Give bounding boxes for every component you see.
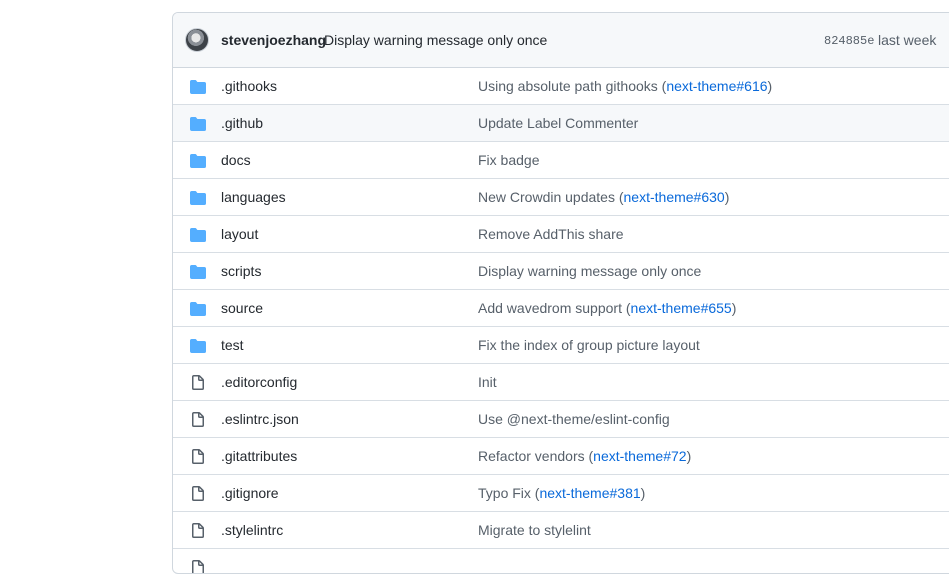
folder-icon [190, 153, 206, 169]
file-row[interactable]: source Add wavedrom support (next-theme#6… [173, 289, 949, 326]
commit-message-link[interactable]: Display warning message only once [324, 32, 547, 48]
issue-link[interactable]: next-theme#381 [539, 485, 640, 501]
commit-message-suffix: ) [724, 189, 730, 205]
file-row[interactable]: .gitignore Typo Fix (next-theme#381) [173, 474, 949, 511]
file-name-link[interactable]: .gitignore [221, 485, 279, 501]
file-name-link[interactable]: test [221, 337, 244, 353]
file-row[interactable]: .gitattributes Refactor vendors (next-the… [173, 437, 949, 474]
folder-icon [190, 338, 206, 354]
commit-message-text[interactable]: Remove AddThis share [478, 226, 624, 242]
folder-icon [190, 190, 206, 206]
file-icon [190, 560, 206, 573]
folder-icon [190, 301, 206, 317]
file-name-link[interactable]: .github [221, 115, 263, 131]
file-name-link[interactable]: languages [221, 189, 286, 205]
folder-icon [190, 264, 206, 280]
file-icon [190, 523, 206, 539]
commit-message-suffix: ) [640, 485, 646, 501]
file-row[interactable]: .githooks Using absolute path githooks (n… [173, 68, 949, 104]
file-rows: .githooks Using absolute path githooks (n… [173, 68, 949, 573]
commit-time[interactable]: last week [878, 32, 936, 48]
commit-message: Add wavedrom support (next-theme#655) [478, 300, 736, 316]
file-row[interactable]: .eslintrc.json Use @next-theme/eslint-con… [173, 400, 949, 437]
issue-link[interactable]: next-theme#655 [631, 300, 732, 316]
commit-message: Update Label Commenter [478, 115, 638, 131]
folder-icon [190, 79, 206, 95]
commit-message-text[interactable]: Migrate to stylelint [478, 522, 591, 538]
file-row[interactable]: layout Remove AddThis share [173, 215, 949, 252]
commit-message-text[interactable]: Use @next-theme/eslint-config [478, 411, 670, 427]
commit-message-text[interactable]: Add wavedrom support ( [478, 300, 631, 316]
file-row[interactable]: test Fix the index of group picture layou… [173, 326, 949, 363]
commit-message-suffix: ) [686, 448, 692, 464]
latest-commit-bar: stevenjoezhang Display warning message o… [173, 13, 949, 68]
commit-message-text[interactable]: Refactor vendors ( [478, 448, 593, 464]
commit-message: Use @next-theme/eslint-config [478, 411, 670, 427]
commit-message: Fix badge [478, 152, 539, 168]
commit-message-text[interactable]: Fix the index of group picture layout [478, 337, 700, 353]
folder-icon [190, 116, 206, 132]
commit-message-text[interactable]: Update Label Commenter [478, 115, 638, 131]
file-name-link[interactable]: .stylelintrc [221, 522, 283, 538]
file-icon [190, 412, 206, 428]
file-row[interactable]: scripts Display warning message only once [173, 252, 949, 289]
file-list: stevenjoezhang Display warning message o… [172, 12, 949, 574]
file-name-link[interactable]: source [221, 300, 263, 316]
commit-message-text[interactable]: Fix badge [478, 152, 539, 168]
commit-message: Using absolute path githooks (next-theme… [478, 78, 772, 94]
commit-message: Typo Fix (next-theme#381) [478, 485, 645, 501]
issue-link[interactable]: next-theme#630 [624, 189, 725, 205]
file-row[interactable]: .github Update Label Commenter [173, 104, 949, 141]
commit-message: New Crowdin updates (next-theme#630) [478, 189, 729, 205]
commit-message-text[interactable]: Using absolute path githooks ( [478, 78, 666, 94]
commit-sha-link[interactable]: 824885e [824, 34, 874, 48]
commit-message-suffix: ) [731, 300, 737, 316]
file-name-link[interactable]: docs [221, 152, 251, 168]
issue-link[interactable]: next-theme#72 [593, 448, 686, 464]
folder-icon [190, 227, 206, 243]
commit-message-suffix: ) [767, 78, 773, 94]
commit-message-text[interactable]: Typo Fix ( [478, 485, 539, 501]
commit-message: Remove AddThis share [478, 226, 624, 242]
commit-author-link[interactable]: stevenjoezhang [221, 32, 326, 48]
file-name-link[interactable]: .editorconfig [221, 374, 297, 390]
file-icon [190, 486, 206, 502]
file-icon [190, 449, 206, 465]
commit-message-text[interactable]: New Crowdin updates ( [478, 189, 624, 205]
file-row[interactable]: .stylelintrc Migrate to stylelint [173, 511, 949, 548]
file-row[interactable] [173, 548, 949, 573]
file-row[interactable]: .editorconfig Init [173, 363, 949, 400]
avatar[interactable] [185, 28, 209, 52]
file-name-link[interactable]: layout [221, 226, 258, 242]
commit-message: Fix the index of group picture layout [478, 337, 700, 353]
commit-message: Display warning message only once [478, 263, 701, 279]
file-name-link[interactable]: .eslintrc.json [221, 411, 299, 427]
file-icon [190, 375, 206, 391]
commit-message: Init [478, 374, 497, 390]
file-row[interactable]: languages New Crowdin updates (next-theme… [173, 178, 949, 215]
commit-message: Migrate to stylelint [478, 522, 591, 538]
commit-message-text[interactable]: Display warning message only once [478, 263, 701, 279]
commit-message-text[interactable]: Init [478, 374, 497, 390]
file-row[interactable]: docs Fix badge [173, 141, 949, 178]
file-name-link[interactable]: scripts [221, 263, 261, 279]
commit-message: Refactor vendors (next-theme#72) [478, 448, 691, 464]
file-name-link[interactable]: .githooks [221, 78, 277, 94]
issue-link[interactable]: next-theme#616 [666, 78, 767, 94]
file-name-link[interactable]: .gitattributes [221, 448, 297, 464]
